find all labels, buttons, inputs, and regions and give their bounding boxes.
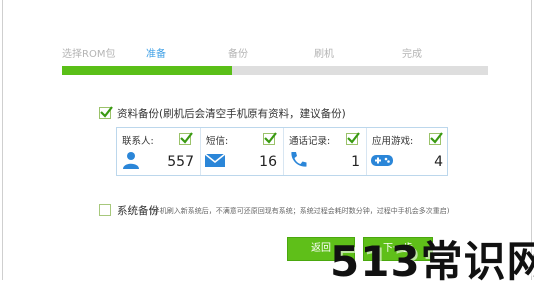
backup-item-apps-games: 应用游戏: 4	[366, 128, 449, 175]
sms-envelope-icon	[204, 151, 226, 169]
step-prepare: 准备	[146, 49, 166, 60]
step-indicator: 选择ROM包 准备 备份 刷机 完成	[62, 45, 488, 60]
watermark: 513常识网	[330, 237, 534, 286]
sms-count: 16	[259, 154, 277, 170]
backup-items-panel: 联系人: 557 短信: 16 通话记录: 1 应用游戏: 4	[116, 127, 448, 176]
apps-games-checkbox[interactable]	[429, 132, 443, 145]
window-border-left	[2, 0, 3, 280]
data-backup-label: 资料备份(刷机后会清空手机原有资料，建议备份)	[117, 108, 346, 120]
sms-checkbox[interactable]	[263, 132, 277, 145]
call-log-checkbox[interactable]	[346, 132, 360, 145]
contacts-icon	[121, 151, 141, 169]
call-log-count: 1	[351, 154, 360, 170]
system-backup-note: (手机刷入新系统后，不满意可还原回现有系统；系统过程会耗时数分钟，过程中手机会多…	[150, 207, 450, 215]
apps-games-count: 4	[434, 154, 443, 170]
progress-bar	[62, 66, 488, 75]
step-backup: 备份	[228, 49, 248, 60]
progress-bar-fill	[62, 66, 233, 75]
step-select-rom: 选择ROM包	[62, 49, 116, 60]
backup-item-label: 通话记录:	[289, 136, 331, 147]
step-flash: 刷机	[314, 49, 334, 60]
backup-item-label: 应用游戏:	[372, 136, 414, 147]
phone-call-icon	[288, 151, 308, 169]
backup-item-sms: 短信: 16	[200, 128, 283, 175]
gamepad-icon	[371, 151, 393, 169]
backup-item-label: 联系人:	[122, 136, 154, 147]
contacts-checkbox[interactable]	[179, 132, 193, 145]
contacts-count: 557	[167, 154, 194, 170]
backup-item-call-log: 通话记录: 1	[283, 128, 366, 175]
system-backup-checkbox[interactable]	[99, 204, 111, 216]
data-backup-checkbox[interactable]	[99, 106, 113, 119]
backup-item-contacts: 联系人: 557	[117, 128, 200, 175]
step-complete: 完成	[402, 49, 422, 60]
backup-item-label: 短信:	[206, 136, 229, 147]
